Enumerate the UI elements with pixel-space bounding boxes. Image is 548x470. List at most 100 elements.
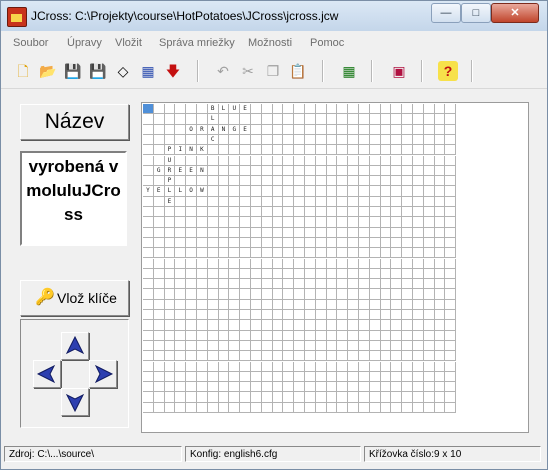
grid-cell[interactable] — [348, 382, 359, 393]
grid-cell[interactable] — [359, 371, 370, 383]
grid-cell[interactable] — [423, 176, 435, 187]
grid-cell[interactable] — [261, 176, 273, 187]
grid-cell[interactable] — [283, 392, 295, 403]
grid-cell[interactable] — [143, 248, 154, 259]
menu-moznosti[interactable]: Možnosti — [248, 37, 292, 49]
grid-cell[interactable] — [315, 165, 327, 177]
grid-cell[interactable] — [402, 361, 413, 372]
grid-cell[interactable] — [218, 186, 230, 197]
grid-cell[interactable] — [164, 361, 176, 372]
grid-cell[interactable] — [413, 248, 424, 259]
grid-cell[interactable] — [337, 351, 349, 362]
grid-cell[interactable] — [251, 392, 262, 403]
grid-cell[interactable] — [423, 371, 435, 383]
grid-cell[interactable] — [445, 268, 457, 280]
grid-cell[interactable] — [380, 114, 392, 125]
grid-cell[interactable] — [326, 134, 338, 146]
grid-cell[interactable] — [229, 155, 241, 166]
grid-cell[interactable] — [434, 176, 446, 187]
grid-cell[interactable] — [445, 382, 457, 393]
grid-cell[interactable] — [240, 361, 251, 372]
grid-cell[interactable] — [391, 248, 403, 259]
grid-cell[interactable] — [175, 310, 187, 321]
grid-cell[interactable] — [218, 134, 230, 146]
grid-cell[interactable] — [305, 371, 316, 383]
grid-cell[interactable] — [229, 196, 241, 207]
grid-cell[interactable] — [315, 340, 327, 352]
grid-cell[interactable] — [359, 351, 370, 362]
grid-cell[interactable]: Y — [143, 186, 154, 197]
grid-cell[interactable] — [218, 299, 230, 310]
grid-cell[interactable] — [380, 145, 392, 156]
grid-cell[interactable] — [283, 371, 295, 383]
grid-cell[interactable]: U — [164, 155, 176, 166]
grid-cell[interactable] — [197, 196, 208, 207]
grid-cell[interactable] — [413, 155, 424, 166]
grid-cell[interactable]: B — [207, 104, 219, 115]
grid-cell[interactable] — [326, 299, 338, 310]
grid-cell[interactable] — [369, 268, 381, 280]
grid-cell[interactable] — [251, 351, 262, 362]
grid-cell[interactable] — [315, 176, 327, 187]
grid-cell[interactable] — [251, 289, 262, 300]
grid-cell[interactable] — [402, 114, 413, 125]
grid-cell[interactable] — [413, 145, 424, 156]
grid-cell[interactable] — [186, 176, 197, 187]
grid-cell[interactable] — [445, 371, 457, 383]
grid-cell[interactable] — [445, 340, 457, 352]
grid-cell[interactable] — [251, 371, 262, 383]
add-clues-button[interactable]: 🔑 Vlož klíče — [20, 280, 129, 316]
grid-cell[interactable] — [261, 351, 273, 362]
paste-icon[interactable]: 📋 — [288, 61, 308, 81]
grid-cell[interactable] — [272, 268, 284, 280]
grid-cell[interactable] — [197, 279, 208, 290]
grid-cell[interactable] — [434, 104, 446, 115]
grid-cell[interactable] — [283, 268, 295, 280]
grid-cell[interactable] — [348, 289, 359, 300]
grid-cell[interactable]: P — [164, 176, 176, 187]
grid-cell[interactable] — [369, 227, 381, 238]
grid-cell[interactable] — [434, 155, 446, 166]
grid-cell[interactable] — [164, 402, 176, 413]
grid-cell[interactable]: C — [207, 134, 219, 146]
grid-cell[interactable] — [272, 371, 284, 383]
grid-cell[interactable] — [153, 104, 165, 115]
grid-cell[interactable]: G — [153, 165, 165, 177]
grid-cell[interactable] — [423, 207, 435, 218]
grid-cell[interactable] — [359, 124, 370, 135]
grid-cell[interactable] — [294, 361, 305, 372]
grid-cell[interactable] — [218, 248, 230, 259]
grid-cell[interactable] — [175, 330, 187, 341]
grid-cell[interactable] — [294, 207, 305, 218]
grid-cell[interactable] — [272, 299, 284, 310]
grid-cell[interactable] — [402, 155, 413, 166]
grid-cell[interactable] — [337, 114, 349, 125]
menu-vlozit[interactable]: Vložit — [115, 37, 142, 49]
grid-cell[interactable] — [261, 279, 273, 290]
grid-cell[interactable] — [369, 186, 381, 197]
grid-cell[interactable] — [218, 258, 230, 269]
grid-cell[interactable]: L — [175, 186, 187, 197]
grid-cell[interactable] — [445, 237, 457, 249]
grid-cell[interactable] — [380, 340, 392, 352]
grid-cell[interactable] — [294, 248, 305, 259]
grid-cell[interactable] — [272, 361, 284, 372]
grid-cell[interactable] — [337, 165, 349, 177]
grid-cell[interactable] — [207, 227, 219, 238]
grid-cell[interactable] — [186, 320, 197, 331]
grid-cell[interactable] — [261, 217, 273, 228]
grid-cell[interactable] — [229, 351, 241, 362]
grid-cell[interactable] — [423, 279, 435, 290]
grid-cell[interactable] — [305, 124, 316, 135]
grid-cell[interactable] — [272, 320, 284, 331]
grid-cell[interactable] — [164, 392, 176, 403]
grid-cell[interactable] — [445, 351, 457, 362]
grid-cell[interactable] — [359, 299, 370, 310]
grid-cell[interactable] — [251, 268, 262, 280]
grid-cell[interactable] — [413, 124, 424, 135]
grid-cell[interactable] — [240, 289, 251, 300]
grid-cell[interactable] — [272, 237, 284, 249]
grid-cell[interactable] — [294, 340, 305, 352]
grid-cell[interactable] — [261, 402, 273, 413]
grid-cell[interactable] — [348, 155, 359, 166]
